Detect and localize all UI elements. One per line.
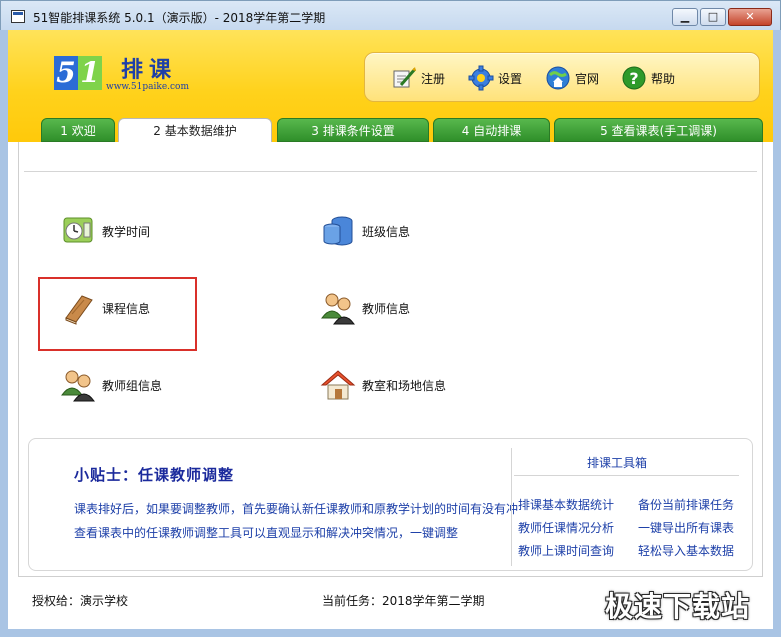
content-divider	[24, 171, 757, 172]
teachers-icon	[321, 293, 355, 325]
help-button[interactable]: ? 帮助	[621, 65, 675, 91]
class-info-label: 班级信息	[362, 224, 411, 239]
help-icon: ?	[622, 66, 646, 90]
help-label: 帮助	[651, 71, 676, 86]
link-backup-task[interactable]: 备份当前排课任务	[638, 496, 734, 513]
classroom-item[interactable]: 教室和场地信息	[320, 367, 446, 403]
toolbox-title: 排课工具箱	[587, 456, 648, 470]
teacher-group-label: 教师组信息	[102, 378, 163, 393]
teaching-time-item[interactable]: 教学时间	[60, 213, 150, 249]
window-title-bar: 51智能排课系统 5.0.1（演示版）- 2018学年第二学期 ▁ □ ✕	[0, 0, 781, 30]
toolbox-divider	[514, 475, 739, 476]
watermark: 极速下载站	[605, 590, 751, 623]
gear-icon	[468, 65, 494, 91]
tips-text-line-1: 课表排好后，如果要调整教师，首先要确认新任课教师和原教学计划的时间有没有冲	[74, 502, 519, 516]
link-teacher-time-query[interactable]: 教师上课时间查询	[518, 542, 614, 559]
teaching-time-label: 教学时间	[102, 224, 151, 239]
logo-digit-1: 1	[78, 56, 102, 90]
tips-title: 小贴士：任课教师调整	[74, 466, 235, 484]
highlight-box	[38, 277, 197, 351]
app-icon	[11, 10, 25, 23]
link-data-statistics[interactable]: 排课基本数据统计	[518, 496, 614, 513]
website-button[interactable]: 官网	[545, 65, 599, 91]
maximize-button[interactable]: □	[700, 8, 726, 26]
window-controls: ▁ □ ✕	[672, 8, 772, 26]
svg-text:?: ?	[629, 69, 638, 88]
classroom-label: 教室和场地信息	[362, 378, 447, 393]
globe-home-icon	[546, 66, 570, 90]
tips-text-line-2: 查看课表中的任课教师调整工具可以直观显示和解决冲突情况，一键调整	[74, 526, 459, 540]
minimize-button[interactable]: ▁	[672, 8, 698, 26]
logo-digit-5: 5	[54, 56, 78, 90]
minimize-icon: ▁	[680, 10, 690, 23]
class-info-item[interactable]: 班级信息	[320, 213, 410, 249]
teacher-info-item[interactable]: 教师信息	[320, 290, 410, 326]
window-title: 51智能排课系统 5.0.1（演示版）- 2018学年第二学期	[33, 11, 326, 25]
database-icon	[323, 216, 353, 246]
teacher-group-item[interactable]: 教师组信息	[60, 367, 162, 403]
toolbox-divider-vertical	[511, 448, 512, 566]
logo-name: 排课	[121, 57, 178, 83]
tab-welcome[interactable]: 1 欢迎	[41, 118, 115, 142]
register-icon	[393, 67, 417, 88]
tab-basic-data[interactable]: 2 基本数据维护	[118, 118, 272, 143]
teacher-group-icon	[61, 370, 95, 402]
link-export-timetables[interactable]: 一键导出所有课表	[638, 519, 734, 536]
tab-auto-schedule[interactable]: 4 自动排课	[433, 118, 550, 142]
close-button[interactable]: ✕	[728, 8, 772, 26]
maximize-icon: □	[707, 10, 719, 23]
status-current-task: 当前任务：2018学年第二学期	[322, 594, 485, 608]
tab-view-timetable[interactable]: 5 查看课表(手工调课)	[554, 118, 763, 142]
register-label: 注册	[421, 71, 446, 86]
logo-mark: 5 1	[54, 56, 102, 90]
top-toolbar: 注册 设置 官网 ? 帮助	[364, 52, 760, 102]
settings-button[interactable]: 设置	[468, 65, 522, 91]
register-button[interactable]: 注册	[391, 65, 445, 91]
teacher-info-label: 教师信息	[362, 301, 411, 316]
close-icon: ✕	[745, 10, 755, 23]
status-licensed-to: 授权给：演示学校	[32, 594, 129, 608]
link-teacher-analysis[interactable]: 教师任课情况分析	[518, 519, 614, 536]
clock-calendar-icon	[63, 217, 93, 243]
link-import-data[interactable]: 轻松导入基本数据	[638, 542, 734, 559]
website-label: 官网	[575, 71, 600, 86]
logo-url: www.51paike.com	[106, 82, 189, 92]
tab-schedule-conditions[interactable]: 3 排课条件设置	[277, 118, 429, 142]
main-tabs: 1 欢迎 2 基本数据维护 3 排课条件设置 4 自动排课 5 查看课表(手工调…	[8, 118, 773, 143]
settings-label: 设置	[498, 71, 523, 86]
house-icon	[320, 370, 356, 400]
